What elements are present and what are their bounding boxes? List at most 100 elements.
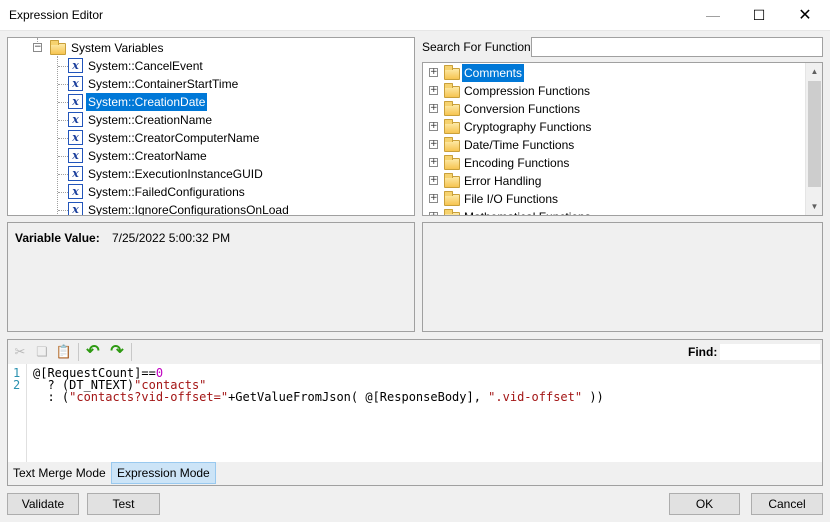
variable-label: System::IgnoreConfigurationsOnLoad xyxy=(88,203,289,216)
variable-label: System::CreationDate xyxy=(86,93,208,111)
variable-value-panel: Variable Value: 7/25/2022 5:00:32 PM xyxy=(7,222,415,332)
folder-icon xyxy=(444,101,460,116)
function-category-label: Error Handling xyxy=(464,174,542,188)
ok-button[interactable]: OK xyxy=(669,493,740,515)
folder-icon xyxy=(444,209,460,215)
folder-open-icon xyxy=(50,40,66,55)
variables-tree[interactable]: − System Variables x System::CancelEvent… xyxy=(7,37,415,216)
code-line: : ("contacts?vid-offset="+GetValueFromJs… xyxy=(33,390,604,404)
variable-item[interactable]: x System::CreationName xyxy=(8,111,408,129)
collapse-icon[interactable]: − xyxy=(33,43,42,52)
variable-icon: x xyxy=(68,202,83,215)
function-category-label: Date/Time Functions xyxy=(464,138,575,152)
variable-icon: x xyxy=(68,58,83,73)
expand-icon[interactable]: + xyxy=(429,158,438,167)
mode-tabs: Text Merge Mode Expression Mode xyxy=(8,462,822,485)
expand-icon[interactable]: + xyxy=(429,104,438,113)
variable-item[interactable]: x System::CreatorName xyxy=(8,147,408,165)
variable-label: System::CancelEvent xyxy=(88,59,203,73)
paste-icon[interactable]: 📋 xyxy=(55,343,73,361)
expand-icon[interactable]: + xyxy=(429,140,438,149)
code-string: ".vid-offset" xyxy=(488,390,583,404)
function-category-label: Comments xyxy=(462,64,525,82)
variable-item[interactable]: x System::ContainerStartTime xyxy=(8,75,408,93)
cancel-button[interactable]: Cancel xyxy=(751,493,823,515)
function-category[interactable]: + Comments xyxy=(423,64,803,82)
folder-icon xyxy=(444,65,460,80)
variable-icon: x xyxy=(68,130,83,145)
validate-button[interactable]: Validate xyxy=(7,493,79,515)
close-icon[interactable]: ✕ xyxy=(782,0,828,31)
function-category[interactable]: + Conversion Functions xyxy=(423,100,803,118)
function-category-label: Cryptography Functions xyxy=(464,120,592,134)
title-bar: Expression Editor — ☐ ✕ xyxy=(0,0,830,31)
variable-value-label: Variable Value: xyxy=(15,231,100,245)
folder-icon xyxy=(444,155,460,170)
undo-icon[interactable]: ↶ xyxy=(84,343,102,361)
function-category-label: Mathematical Functions xyxy=(462,208,593,215)
tab-text-merge-mode[interactable]: Text Merge Mode xyxy=(8,462,111,484)
editor-toolbar: ✂ ❏ 📋 ↶ ↷ Find: xyxy=(8,340,822,364)
variable-value: 7/25/2022 5:00:32 PM xyxy=(112,231,231,245)
function-category-label: Compression Functions xyxy=(464,84,591,98)
scrollbar-thumb[interactable] xyxy=(808,81,821,187)
find-label: Find: xyxy=(688,345,718,359)
functions-tree[interactable]: + Comments + Compression Functions + Con… xyxy=(422,62,823,216)
expand-icon[interactable]: + xyxy=(429,212,438,215)
function-category[interactable]: + Encoding Functions xyxy=(423,154,803,172)
expand-icon[interactable]: + xyxy=(429,122,438,131)
variable-icon: x xyxy=(68,184,83,199)
tab-expression-mode[interactable]: Expression Mode xyxy=(111,462,216,484)
function-category[interactable]: + Date/Time Functions xyxy=(423,136,803,154)
expand-icon[interactable]: + xyxy=(429,194,438,203)
expand-icon[interactable]: + xyxy=(429,86,438,95)
code-text: )) xyxy=(582,390,604,404)
tree-group-system-variables[interactable]: − System Variables xyxy=(8,39,408,57)
minimize-icon[interactable]: — xyxy=(690,0,736,31)
function-category-label: Conversion Functions xyxy=(464,102,581,116)
expand-icon[interactable]: + xyxy=(429,176,438,185)
folder-icon xyxy=(444,119,460,134)
functions-scrollbar[interactable]: ▲ ▼ xyxy=(805,63,822,215)
maximize-icon[interactable]: ☐ xyxy=(736,0,782,31)
variable-item[interactable]: x System::FailedConfigurations xyxy=(8,183,408,201)
code-string: "contacts?vid-offset=" xyxy=(69,390,229,404)
variable-icon: x xyxy=(68,112,83,127)
line-number: 2 xyxy=(13,378,21,392)
variable-label: System::CreatorName xyxy=(88,149,207,163)
scroll-down-icon[interactable]: ▼ xyxy=(806,198,822,215)
test-button[interactable]: Test xyxy=(87,493,160,515)
window-title: Expression Editor xyxy=(9,8,104,22)
variable-label: System::CreationName xyxy=(88,113,213,127)
find-input[interactable] xyxy=(719,343,821,361)
variable-icon: x xyxy=(68,166,83,181)
expand-icon[interactable]: + xyxy=(429,68,438,77)
function-category[interactable]: + File I/O Functions xyxy=(423,190,803,208)
line-gutter: 1 2 xyxy=(8,364,27,462)
variable-icon: x xyxy=(68,94,83,109)
function-category[interactable]: + Compression Functions xyxy=(423,82,803,100)
variable-label: System::FailedConfigurations xyxy=(88,185,245,199)
folder-icon xyxy=(444,83,460,98)
scroll-up-icon[interactable]: ▲ xyxy=(806,63,822,80)
variable-item[interactable]: x System::CreatorComputerName xyxy=(8,129,408,147)
folder-icon xyxy=(444,137,460,152)
variable-item-selected[interactable]: x System::CreationDate xyxy=(8,93,408,111)
code-text: +GetValueFromJson( @[ResponseBody], xyxy=(228,390,489,404)
cut-icon[interactable]: ✂ xyxy=(11,343,29,361)
variable-item[interactable]: x System::CancelEvent xyxy=(8,57,408,75)
code-text: : ( xyxy=(33,390,70,404)
expression-editor: ✂ ❏ 📋 ↶ ↷ Find: 1 2 @[RequestCount]==0 ?… xyxy=(7,339,823,486)
code-area[interactable]: 1 2 @[RequestCount]==0 ? (DT_NTEXT)"cont… xyxy=(8,364,822,462)
redo-icon[interactable]: ↷ xyxy=(108,343,126,361)
function-category[interactable]: + Mathematical Functions xyxy=(423,208,803,215)
variable-item[interactable]: x System::IgnoreConfigurationsOnLoad xyxy=(8,201,408,216)
variable-item[interactable]: x System::ExecutionInstanceGUID xyxy=(8,165,408,183)
function-description-panel xyxy=(422,222,823,332)
function-category[interactable]: + Error Handling xyxy=(423,172,803,190)
search-input[interactable] xyxy=(531,37,823,57)
function-category[interactable]: + Cryptography Functions xyxy=(423,118,803,136)
variable-label: System::ExecutionInstanceGUID xyxy=(88,167,263,181)
search-label: Search For Function: xyxy=(422,40,535,54)
copy-icon[interactable]: ❏ xyxy=(33,343,51,361)
